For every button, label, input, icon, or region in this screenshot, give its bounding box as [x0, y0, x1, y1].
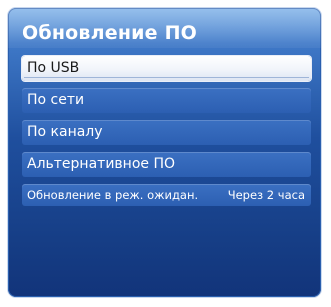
menu-item-usb[interactable]: По USB — [22, 56, 311, 81]
update-menu: По USB По сети По каналу Альтернативное … — [22, 56, 311, 213]
standby-update-value: Через 2 часа — [227, 188, 305, 202]
menu-item-label: По USB — [27, 60, 80, 76]
menu-item-alternative-software[interactable]: Альтернативное ПО — [22, 152, 311, 177]
dialog-title: Обновление ПО — [22, 22, 198, 44]
menu-item-label: По каналу — [27, 124, 103, 140]
menu-item-channel[interactable]: По каналу — [22, 120, 311, 145]
menu-item-network[interactable]: По сети — [22, 88, 311, 113]
menu-item-label: Альтернативное ПО — [27, 156, 175, 172]
menu-item-standby-update[interactable]: Обновление в реж. ожидан. Через 2 часа — [22, 184, 311, 206]
software-update-dialog: Обновление ПО По USB По сети По каналу А… — [8, 8, 321, 297]
menu-item-label: По сети — [27, 92, 85, 108]
standby-update-label: Обновление в реж. ожидан. — [27, 188, 199, 202]
